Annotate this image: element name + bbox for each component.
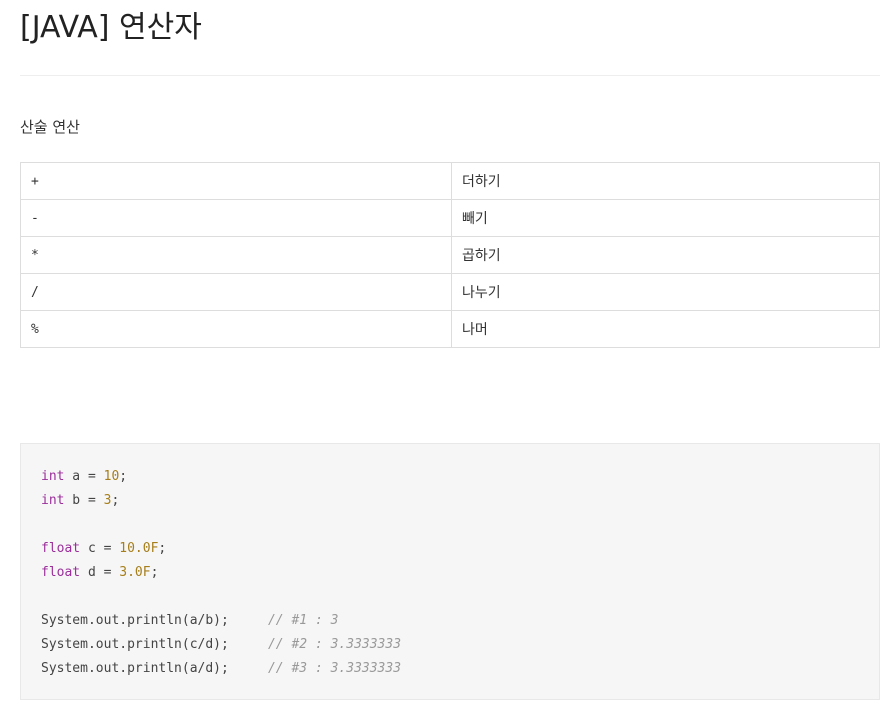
code-keyword: float — [41, 565, 81, 580]
operator-symbol: % — [20, 310, 452, 348]
table-row: % 나머 — [20, 310, 880, 348]
operators-table: + 더하기 - 빼기 * 곱하기 / 나누기 % 나머 — [20, 162, 880, 348]
code-number: 10.0F — [119, 541, 159, 556]
operator-symbol: * — [20, 236, 452, 274]
operator-symbol: / — [20, 273, 452, 311]
table-row: - 빼기 — [20, 199, 880, 237]
table-row: + 더하기 — [20, 162, 880, 200]
operator-meaning: 곱하기 — [451, 236, 880, 274]
code-line: System.out.println(c/d); // #2 : 3.33333… — [41, 633, 859, 657]
code-text: ; — [119, 469, 128, 484]
code-text: ; — [158, 541, 167, 556]
code-line: float d = 3.0F; — [41, 561, 859, 585]
code-keyword: int — [41, 493, 65, 508]
post-title: [JAVA] 연산자 — [20, 10, 202, 45]
code-keyword: int — [41, 469, 65, 484]
code-text: a = — [64, 469, 104, 484]
operator-symbol: + — [20, 162, 452, 200]
code-line: int a = 10; — [41, 465, 859, 489]
operator-meaning: 빼기 — [451, 199, 880, 237]
operator-symbol: - — [20, 199, 452, 237]
code-number: 10 — [103, 469, 120, 484]
code-line: System.out.println(a/d); // #3 : 3.33333… — [41, 657, 859, 681]
code-text: System.out.println(c/d); — [41, 637, 268, 652]
code-keyword: float — [41, 541, 81, 556]
code-text: System.out.println(a/b); — [41, 613, 268, 628]
code-text: d = — [80, 565, 120, 580]
table-row: * 곱하기 — [20, 236, 880, 274]
code-block: int a = 10; int b = 3; float c = 10.0F; … — [20, 443, 880, 700]
title-divider — [20, 75, 880, 76]
operator-meaning: 나누기 — [451, 273, 880, 311]
code-comment: // #3 : 3.3333333 — [267, 661, 402, 676]
code-line: float c = 10.0F; — [41, 537, 859, 561]
operator-meaning: 나머 — [451, 310, 880, 348]
code-text: ; — [111, 493, 120, 508]
operator-meaning: 더하기 — [451, 162, 880, 200]
code-text: System.out.println(a/d); — [41, 661, 268, 676]
code-number: 3.0F — [119, 565, 151, 580]
code-line: int b = 3; — [41, 489, 859, 513]
code-comment: // #1 : 3 — [267, 613, 339, 628]
table-row: / 나누기 — [20, 273, 880, 311]
code-comment: // #2 : 3.3333333 — [267, 637, 402, 652]
code-text: c = — [80, 541, 120, 556]
code-text: ; — [150, 565, 159, 580]
code-text: b = — [64, 493, 104, 508]
section-heading: 산술 연산 — [20, 118, 80, 136]
code-line: System.out.println(a/b); // #1 : 3 — [41, 609, 859, 633]
